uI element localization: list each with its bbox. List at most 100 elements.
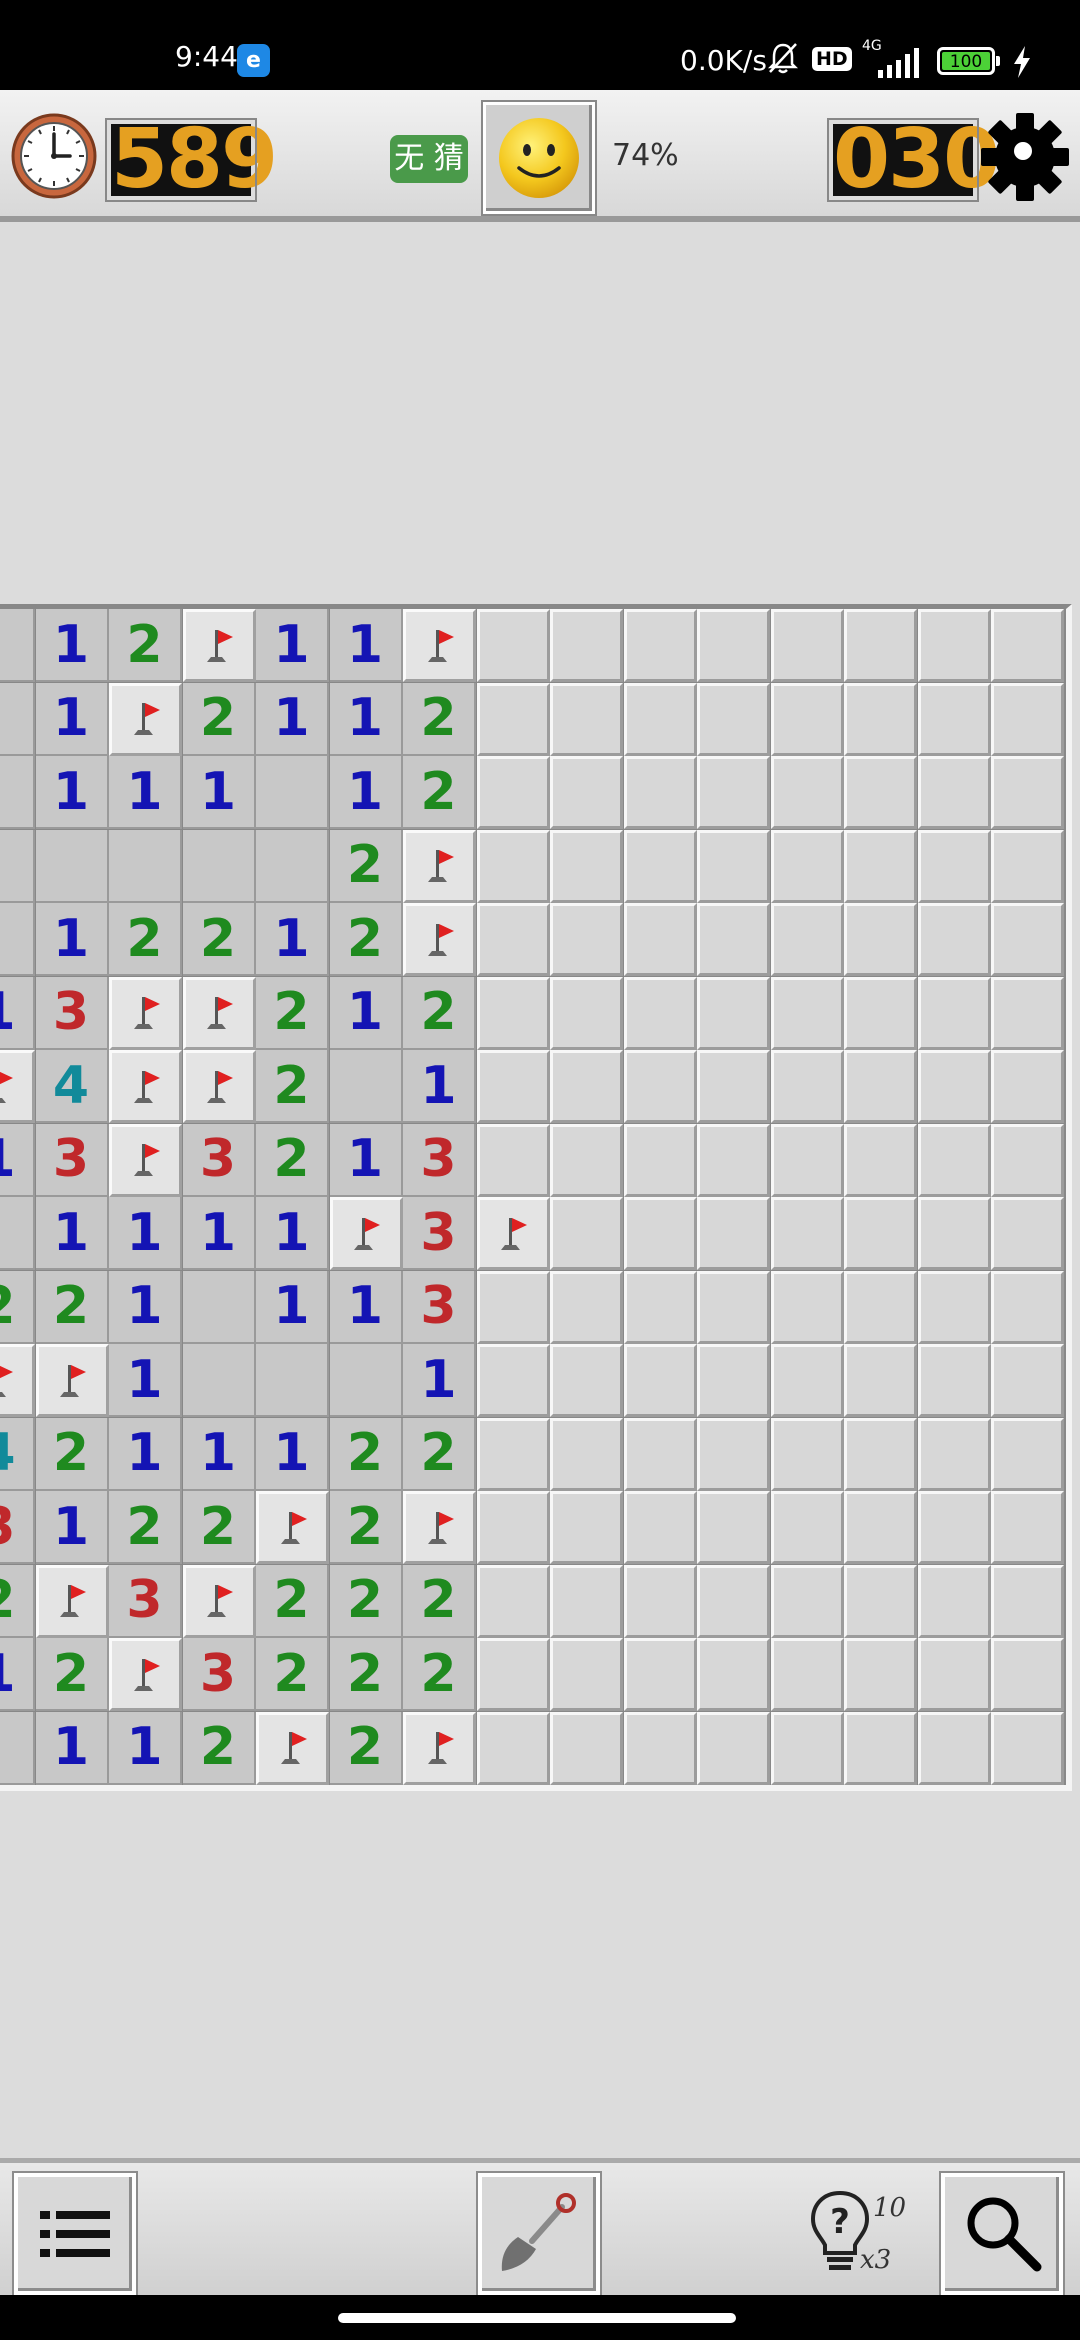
cell-flagged[interactable] [403, 903, 476, 976]
cell-number[interactable]: 2 [403, 756, 476, 829]
cell-number[interactable]: 1 [256, 682, 329, 756]
cell-flagged[interactable] [0, 1344, 35, 1417]
cell-number[interactable]: 2 [109, 1491, 182, 1564]
cell-number[interactable]: 3 [35, 976, 109, 1050]
cell-hidden[interactable] [476, 1123, 550, 1197]
cell-hidden[interactable] [844, 976, 917, 1050]
cell-number[interactable]: 1 [0, 976, 35, 1050]
cell-number[interactable]: 1 [182, 1417, 256, 1491]
cell-hidden[interactable] [697, 682, 770, 756]
cell-hidden[interactable] [844, 1711, 917, 1785]
cell-flagged[interactable] [476, 1197, 550, 1270]
cell-hidden[interactable] [476, 1564, 550, 1638]
cell-number[interactable]: 1 [0, 1638, 35, 1711]
cell-number[interactable]: 1 [256, 903, 329, 976]
cell-number[interactable]: 2 [329, 1417, 403, 1491]
cell-hidden[interactable] [476, 1638, 550, 1711]
minefield-grid[interactable]: 1211121121111221221213212421133213111132… [0, 604, 1072, 1791]
cell-hidden[interactable] [770, 903, 844, 976]
cell-empty[interactable] [35, 829, 109, 903]
cell-hidden[interactable] [697, 1638, 770, 1711]
cell-flagged[interactable] [403, 1491, 476, 1564]
cell-number[interactable]: 3 [403, 1270, 476, 1344]
cell-hidden[interactable] [844, 903, 917, 976]
cell-number[interactable]: 2 [329, 829, 403, 903]
cell-flagged[interactable] [182, 1564, 256, 1638]
cell-hidden[interactable] [623, 1711, 697, 1785]
cell-number[interactable]: 2 [182, 682, 256, 756]
cell-empty[interactable] [329, 1344, 403, 1417]
cell-number[interactable]: 1 [256, 1197, 329, 1270]
cell-hidden[interactable] [917, 1491, 991, 1564]
cell-number[interactable]: 2 [35, 1270, 109, 1344]
cell-number[interactable]: 3 [109, 1564, 182, 1638]
cell-number[interactable]: 1 [182, 1197, 256, 1270]
cell-flagged[interactable] [35, 1564, 109, 1638]
dig-mode-button[interactable] [478, 2173, 600, 2295]
cell-hidden[interactable] [550, 1638, 623, 1711]
cell-hidden[interactable] [770, 609, 844, 682]
cell-hidden[interactable] [623, 976, 697, 1050]
cell-number[interactable]: 2 [35, 1417, 109, 1491]
cell-empty[interactable] [0, 682, 35, 756]
cell-hidden[interactable] [844, 829, 917, 903]
cell-empty[interactable] [0, 1197, 35, 1270]
cell-hidden[interactable] [917, 1123, 991, 1197]
cell-number[interactable]: 2 [403, 1638, 476, 1711]
cell-hidden[interactable] [623, 1123, 697, 1197]
cell-empty[interactable] [109, 829, 182, 903]
cell-number[interactable]: 2 [0, 1564, 35, 1638]
cell-hidden[interactable] [550, 976, 623, 1050]
cell-hidden[interactable] [917, 609, 991, 682]
cell-hidden[interactable] [476, 1711, 550, 1785]
cell-hidden[interactable] [917, 1344, 991, 1417]
cell-hidden[interactable] [550, 609, 623, 682]
cell-hidden[interactable] [697, 1050, 770, 1123]
cell-hidden[interactable] [550, 1564, 623, 1638]
cell-number[interactable]: 4 [35, 1050, 109, 1123]
cell-hidden[interactable] [697, 829, 770, 903]
cell-number[interactable]: 2 [403, 976, 476, 1050]
cell-hidden[interactable] [844, 609, 917, 682]
cell-hidden[interactable] [476, 1344, 550, 1417]
cell-hidden[interactable] [844, 1638, 917, 1711]
cell-number[interactable]: 2 [256, 1123, 329, 1197]
cell-hidden[interactable] [991, 1270, 1064, 1344]
cell-number[interactable]: 1 [109, 1417, 182, 1491]
cell-number[interactable]: 2 [0, 1270, 35, 1344]
cell-number[interactable]: 1 [329, 976, 403, 1050]
cell-hidden[interactable] [991, 609, 1064, 682]
cell-hidden[interactable] [917, 1050, 991, 1123]
cell-hidden[interactable] [991, 1344, 1064, 1417]
cell-hidden[interactable] [476, 682, 550, 756]
cell-hidden[interactable] [844, 1417, 917, 1491]
cell-hidden[interactable] [697, 1417, 770, 1491]
cell-hidden[interactable] [917, 1197, 991, 1270]
cell-hidden[interactable] [991, 1638, 1064, 1711]
cell-hidden[interactable] [844, 682, 917, 756]
cell-hidden[interactable] [697, 756, 770, 829]
cell-number[interactable]: 3 [35, 1123, 109, 1197]
cell-number[interactable]: 1 [182, 756, 256, 829]
cell-hidden[interactable] [991, 829, 1064, 903]
cell-hidden[interactable] [991, 1123, 1064, 1197]
cell-hidden[interactable] [844, 1050, 917, 1123]
cell-number[interactable]: 2 [256, 1050, 329, 1123]
cell-hidden[interactable] [770, 976, 844, 1050]
cell-hidden[interactable] [623, 903, 697, 976]
cell-hidden[interactable] [476, 903, 550, 976]
zoom-button[interactable] [941, 2173, 1063, 2295]
cell-hidden[interactable] [476, 976, 550, 1050]
cell-flagged[interactable] [403, 609, 476, 682]
cell-number[interactable]: 3 [182, 1123, 256, 1197]
cell-number[interactable]: 2 [182, 903, 256, 976]
cell-flagged[interactable] [256, 1491, 329, 1564]
cell-hidden[interactable] [550, 756, 623, 829]
cell-flagged[interactable] [109, 682, 182, 756]
cell-hidden[interactable] [550, 1197, 623, 1270]
cell-hidden[interactable] [697, 1123, 770, 1197]
cell-number[interactable]: 1 [109, 1270, 182, 1344]
cell-flagged[interactable] [182, 609, 256, 682]
cell-hidden[interactable] [991, 1417, 1064, 1491]
cell-hidden[interactable] [917, 1711, 991, 1785]
